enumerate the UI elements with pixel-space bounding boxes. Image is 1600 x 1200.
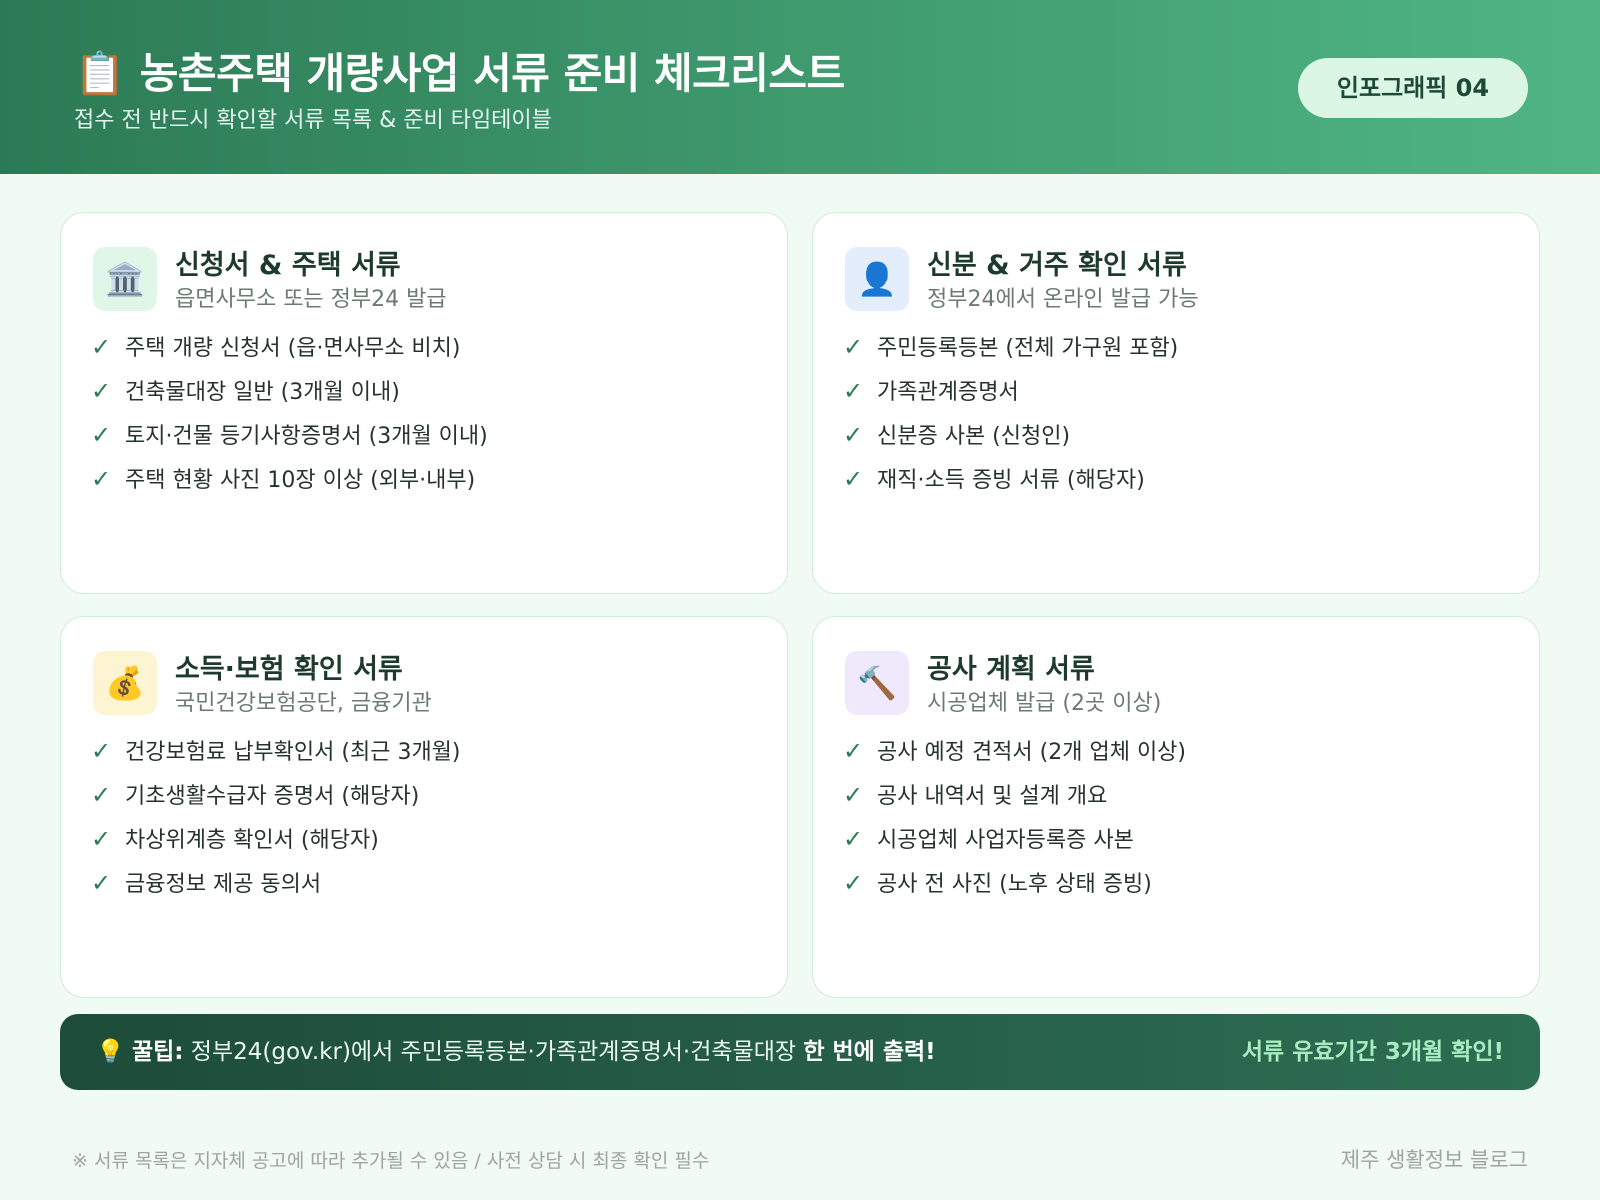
lightbulb-icon: 💡 [96,1039,125,1065]
checklist-item: ✓ 재직·소득 증빙 서류 (해당자) [843,457,1178,501]
checklist: ✓ 주민등록등본 (전체 가구원 포함) ✓ 가족관계증명서 ✓ 신분증 사본 (신청… [843,325,1178,501]
checklist-item-text: 신분증 사본 (신청인) [877,424,1071,449]
tip-bar: 💡 꿀팁: 정부24(gov.kr)에서 주민등록등본·가족관계증명서·건축물대… [60,1014,1540,1090]
tip-emphasis: 한 번에 출력! [803,1039,936,1065]
checklist-item-text: 주민등록등본 (전체 가구원 포함) [877,336,1179,361]
checklist-item: ✓ 공사 예정 견적서 (2개 업체 이상) [843,729,1186,773]
check-icon: ✓ [91,825,112,853]
clipboard-icon: 📋 [74,49,126,98]
checklist-item-text: 차상위계층 확인서 (해당자) [125,828,379,853]
check-icon: ✓ [843,377,864,405]
card-subtitle: 시공업체 발급 (2곳 이상) [927,691,1162,716]
checklist-item-text: 토지·건물 등기사항증명서 (3개월 이내) [125,424,488,449]
header-banner: 📋 농촌주택 개량사업 서류 준비 체크리스트 접수 전 반드시 확인할 서류 목… [0,0,1600,174]
hammer-icon: 🔨 [845,651,909,715]
checklist-item-text: 공사 내역서 및 설계 개요 [877,784,1108,809]
blog-brand: 제주 생활정보 블로그 [1340,1148,1528,1172]
checklist-item: ✓ 건축물대장 일반 (3개월 이내) [91,369,488,413]
check-icon: ✓ [91,333,112,361]
bank-icon: 🏛️ [93,247,157,311]
checklist-item: ✓ 기초생활수급자 증명서 (해당자) [91,773,461,817]
checklist-item-text: 기초생활수급자 증명서 (해당자) [125,784,420,809]
tip-text: 💡 꿀팁: 정부24(gov.kr)에서 주민등록등본·가족관계증명서·건축물대… [96,1014,936,1090]
page-title-text: 농촌주택 개량사업 서류 준비 체크리스트 [139,49,845,98]
checklist-item-text: 주택 개량 신청서 (읍·면사무소 비치) [125,336,461,361]
check-icon: ✓ [843,869,864,897]
checklist-item-text: 금융정보 제공 동의서 [125,872,322,897]
checklist: ✓ 공사 예정 견적서 (2개 업체 이상) ✓ 공사 내역서 및 설계 개요 ✓ 시… [843,729,1186,905]
footnote: ※ 서류 목록은 지자체 공고에 따라 추가될 수 있음 / 사전 상담 시 최… [72,1150,710,1172]
checklist-item: ✓ 공사 전 사진 (노후 상태 증빙) [843,861,1186,905]
checklist-item: ✓ 가족관계증명서 [843,369,1178,413]
card-title: 공사 계획 서류 [927,654,1095,685]
check-icon: ✓ [843,421,864,449]
checklist-item-text: 시공업체 사업자등록증 사본 [877,828,1134,853]
checklist-item-text: 건축물대장 일반 (3개월 이내) [125,380,400,405]
checklist-item: ✓ 차상위계층 확인서 (해당자) [91,817,461,861]
checklist-item: ✓ 금융정보 제공 동의서 [91,861,461,905]
validity-note: 서류 유효기간 3개월 확인! [1241,1039,1504,1065]
checklist: ✓ 건강보험료 납부확인서 (최근 3개월) ✓ 기초생활수급자 증명서 (해당자)… [91,729,461,905]
check-icon: ✓ [91,465,112,493]
tip-label: 꿀팁: [131,1039,184,1065]
card-subtitle: 국민건강보험공단, 금융기관 [175,691,432,716]
card-identity-residence: 👤 신분 & 거주 확인 서류 정부24에서 온라인 발급 가능 ✓ 주민등록등본… [812,212,1540,594]
tip-body: 정부24(gov.kr)에서 주민등록등본·가족관계증명서·건축물대장 [183,1039,804,1065]
check-icon: ✓ [91,781,112,809]
card-subtitle: 정부24에서 온라인 발급 가능 [927,287,1199,312]
checklist-item-text: 공사 예정 견적서 (2개 업체 이상) [877,740,1187,765]
checklist-item: ✓ 공사 내역서 및 설계 개요 [843,773,1186,817]
checklist-item: ✓ 주택 개량 신청서 (읍·면사무소 비치) [91,325,488,369]
checklist-item: ✓ 토지·건물 등기사항증명서 (3개월 이내) [91,413,488,457]
card-title: 신청서 & 주택 서류 [175,250,401,281]
check-icon: ✓ [91,869,112,897]
checklist-item-text: 주택 현황 사진 10장 이상 (외부·내부) [125,468,476,493]
check-icon: ✓ [843,781,864,809]
card-application-housing: 🏛️ 신청서 & 주택 서류 읍면사무소 또는 정부24 발급 ✓ 주택 개량 신… [60,212,788,594]
check-icon: ✓ [91,421,112,449]
checklist-item: ✓ 시공업체 사업자등록증 사본 [843,817,1186,861]
checklist-item-text: 가족관계증명서 [877,380,1019,405]
checklist: ✓ 주택 개량 신청서 (읍·면사무소 비치) ✓ 건축물대장 일반 (3개월 이내… [91,325,488,501]
check-icon: ✓ [843,465,864,493]
checklist-item-text: 재직·소득 증빙 서류 (해당자) [877,468,1145,493]
check-icon: ✓ [843,825,864,853]
person-icon: 👤 [845,247,909,311]
checklist-item-text: 건강보험료 납부확인서 (최근 3개월) [125,740,461,765]
page-subtitle: 접수 전 반드시 확인할 서류 목록 & 준비 타임테이블 [74,108,552,133]
card-title: 신분 & 거주 확인 서류 [927,250,1187,281]
infographic-badge: 인포그래픽 04 [1298,58,1528,118]
check-icon: ✓ [91,737,112,765]
card-subtitle: 읍면사무소 또는 정부24 발급 [175,287,447,312]
check-icon: ✓ [91,377,112,405]
check-icon: ✓ [843,333,864,361]
money-bag-icon: 💰 [93,651,157,715]
card-income-insurance: 💰 소득·보험 확인 서류 국민건강보험공단, 금융기관 ✓ 건강보험료 납부확인… [60,616,788,998]
checklist-item: ✓ 건강보험료 납부확인서 (최근 3개월) [91,729,461,773]
card-construction-plan: 🔨 공사 계획 서류 시공업체 발급 (2곳 이상) ✓ 공사 예정 견적서 (2… [812,616,1540,998]
card-title: 소득·보험 확인 서류 [175,654,403,685]
checklist-item-text: 공사 전 사진 (노후 상태 증빙) [877,872,1152,897]
checklist-item: ✓ 신분증 사본 (신청인) [843,413,1178,457]
check-icon: ✓ [843,737,864,765]
page-title: 📋 농촌주택 개량사업 서류 준비 체크리스트 [74,40,845,101]
checklist-item: ✓ 주민등록등본 (전체 가구원 포함) [843,325,1178,369]
checklist-item: ✓ 주택 현황 사진 10장 이상 (외부·내부) [91,457,488,501]
